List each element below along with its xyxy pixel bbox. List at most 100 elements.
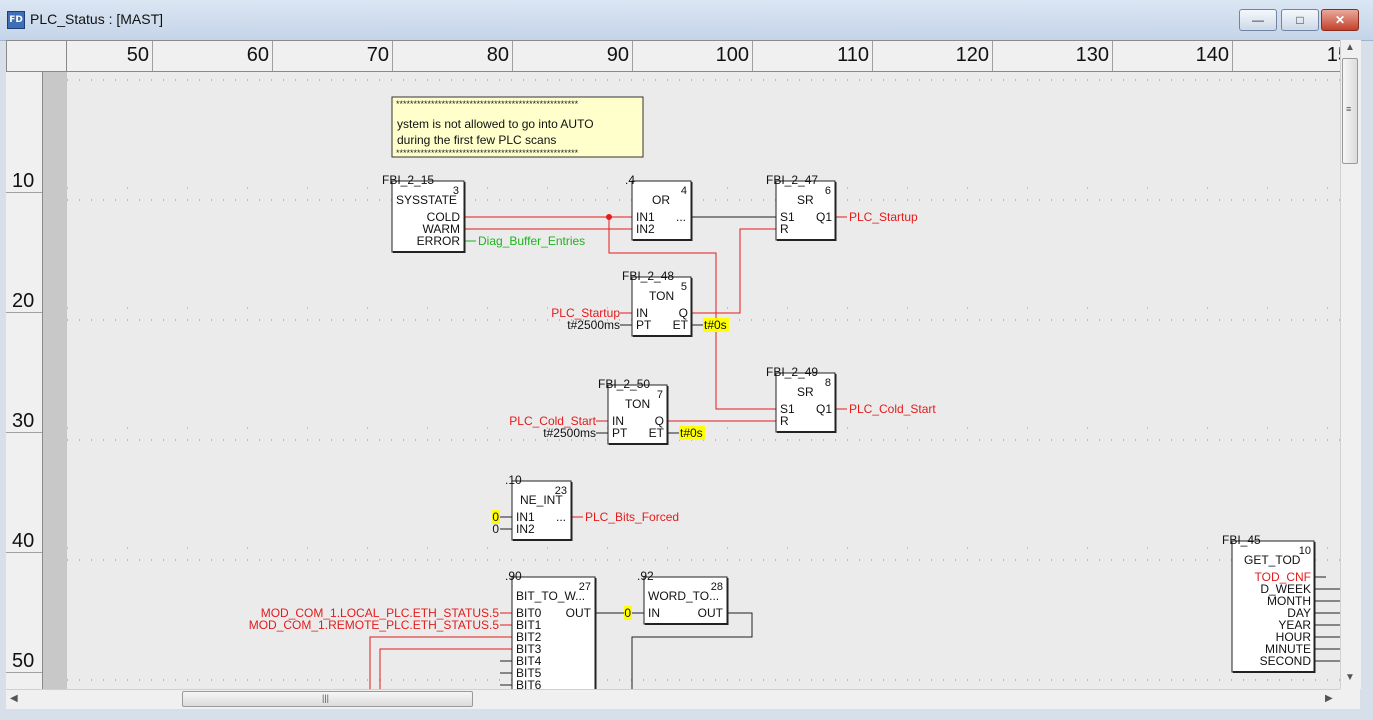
pin-q1: Q1	[816, 402, 832, 416]
pin-in2: IN2	[516, 522, 535, 536]
block-type: SYSSTATE	[396, 193, 457, 207]
row-ruler: 10 20 30 40 50	[6, 72, 43, 689]
ruler-tick	[392, 41, 393, 71]
ruler-row-label: 40	[12, 530, 35, 552]
pin-bit6: BIT6	[516, 678, 542, 689]
block-instance-name: FBI_2_49	[766, 365, 818, 379]
block-bit-to-word[interactable]: .90 27 BIT_TO_W... BIT0 BIT1 BIT2 BIT3 B…	[505, 569, 597, 689]
ruler-tick	[1232, 41, 1233, 71]
scroll-right-icon[interactable]: ▶	[1325, 693, 1333, 704]
pin-second: SECOND	[1260, 654, 1312, 668]
minimize-button[interactable]: —	[1239, 9, 1277, 31]
scroll-left-icon[interactable]: ◀	[10, 693, 18, 704]
pin-error: ERROR	[417, 234, 461, 248]
block-type: GET_TOD	[1244, 553, 1301, 567]
margin-gutter	[43, 72, 67, 689]
ruler-column-label: 60	[246, 44, 269, 66]
close-button[interactable]: ✕	[1321, 9, 1359, 31]
block-instance-name: .90	[505, 569, 522, 583]
ruler-column-label: 15	[1326, 44, 1340, 66]
ruler-row-label: 10	[12, 170, 35, 192]
pin-dots: ...	[676, 210, 686, 224]
pin-dots: ...	[556, 510, 566, 524]
pin-out: OUT	[566, 606, 592, 620]
var-remote-eth-status[interactable]: MOD_COM_1.REMOTE_PLC.ETH_STATUS.5	[249, 618, 500, 632]
block-instance-name: FBI_2_50	[598, 377, 650, 391]
ruler-corner	[6, 40, 67, 72]
var-plc-bits-forced[interactable]: PLC_Bits_Forced	[585, 510, 679, 524]
var-diag-buffer-entries[interactable]: Diag_Buffer_Entries	[478, 234, 585, 248]
block-number: 5	[681, 281, 687, 293]
ruler-column-label: 110	[837, 44, 869, 66]
pin-in2: IN2	[636, 222, 655, 236]
var-word-in[interactable]: 0	[624, 606, 631, 620]
var-preset-time-2[interactable]: t#2500ms	[543, 426, 596, 440]
close-icon: ✕	[1334, 13, 1346, 27]
size-grip	[1340, 689, 1360, 709]
block-word-to[interactable]: .92 28 WORD_TO... IN OUT	[637, 569, 729, 625]
block-get-tod[interactable]: FBI_45 10 GET_TOD TOD_CNF D_WEEK MONTH D…	[1222, 533, 1316, 673]
scroll-down-icon[interactable]: ▼	[1345, 672, 1355, 683]
ruler-column-label: 70	[366, 44, 389, 66]
block-number: 7	[657, 389, 663, 401]
var-ne-in2[interactable]: 0	[492, 522, 499, 536]
ruler-row-label: 50	[12, 650, 35, 672]
block-type: NE_INT	[520, 493, 563, 507]
ruler-column-label: 90	[606, 44, 629, 66]
var-plc-cold-start-out[interactable]: PLC_Cold_Start	[849, 402, 936, 416]
fbd-app-icon: FD	[7, 11, 25, 29]
ruler-column-label: 50	[126, 44, 149, 66]
ruler-column-label: 140	[1195, 44, 1229, 66]
window-titlebar[interactable]: FD PLC_Status : [MAST] — □ ✕	[0, 0, 1373, 41]
block-type: TON	[625, 397, 650, 411]
block-ton-cold-start[interactable]: FBI_2_50 7 TON IN PT Q ET	[598, 377, 669, 445]
block-number: 6	[825, 185, 831, 197]
ruler-tick	[152, 41, 153, 71]
ruler-tick	[992, 41, 993, 71]
pin-in: IN	[648, 606, 660, 620]
comment-line-1: ystem is not allowed to go into AUTO	[397, 117, 594, 131]
block-number: 10	[1299, 545, 1311, 557]
ruler-column-label: 100	[715, 44, 749, 66]
minimize-icon: —	[1252, 13, 1264, 27]
block-number: 8	[825, 377, 831, 389]
comment-line-2: during the first few PLC scans	[397, 133, 556, 147]
block-sr-startup[interactable]: FBI_2_47 6 SR S1 R Q1	[766, 173, 837, 241]
block-ton-startup[interactable]: FBI_2_48 5 TON IN PT Q ET	[622, 269, 693, 337]
block-type: OR	[652, 193, 670, 207]
block-ne-int[interactable]: .10 23 NE_INT IN1 IN2 ...	[505, 473, 573, 541]
block-or[interactable]: .4 4 OR IN1 IN2 ...	[625, 173, 693, 241]
pin-r: R	[780, 414, 789, 428]
block-instance-name: .4	[625, 173, 635, 187]
block-type: WORD_TO...	[648, 589, 719, 603]
block-instance-name: FBI_45	[1222, 533, 1261, 547]
block-number: 4	[681, 185, 687, 197]
column-ruler: 50 60 70 80 90 100 110 120 130 140 15	[67, 40, 1340, 72]
var-plc-startup-out[interactable]: PLC_Startup	[849, 210, 918, 224]
ruler-tick	[632, 41, 633, 71]
pin-out: OUT	[698, 606, 724, 620]
comment-box[interactable]: ****************************************…	[391, 96, 644, 158]
ruler-tick	[872, 41, 873, 71]
ruler-row-label: 20	[12, 290, 35, 312]
ruler-column-label: 80	[486, 44, 509, 66]
maximize-button[interactable]: □	[1281, 9, 1319, 31]
grip-icon: |||	[322, 693, 330, 703]
ruler-column-label: 130	[1075, 44, 1109, 66]
pin-pt: PT	[636, 318, 652, 332]
block-instance-name: FBI_2_47	[766, 173, 818, 187]
block-instance-name: FBI_2_15	[382, 173, 434, 187]
block-type: TON	[649, 289, 674, 303]
scroll-up-icon[interactable]: ▲	[1345, 42, 1355, 53]
fbd-editor-canvas[interactable]: ****************************************…	[67, 72, 1340, 689]
block-type: BIT_TO_W...	[516, 589, 585, 603]
ruler-tick	[512, 41, 513, 71]
ruler-row-label: 30	[12, 410, 35, 432]
var-preset-time-1[interactable]: t#2500ms	[567, 318, 620, 332]
var-elapsed-time-1[interactable]: t#0s	[704, 318, 727, 332]
block-instance-name: .10	[505, 473, 522, 487]
pin-pt: PT	[612, 426, 628, 440]
block-sysstate[interactable]: FBI_2_15 3 SYSSTATE COLD WARM ERROR	[382, 173, 466, 253]
block-sr-cold-start[interactable]: FBI_2_49 8 SR S1 R Q1	[766, 365, 837, 433]
var-elapsed-time-2[interactable]: t#0s	[680, 426, 703, 440]
